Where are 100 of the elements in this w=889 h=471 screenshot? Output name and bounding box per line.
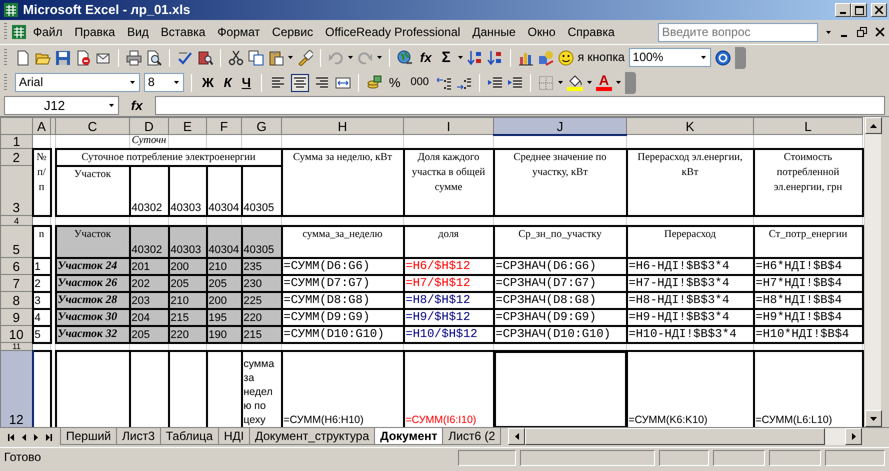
scroll-up-button[interactable] <box>864 117 882 134</box>
restore-icon[interactable] <box>857 27 867 37</box>
row-header[interactable]: 9 <box>0 308 32 326</box>
row-header[interactable]: 12 <box>0 350 32 427</box>
font-color-button[interactable]: A <box>596 74 612 91</box>
scrollbar-thumb[interactable] <box>525 428 826 445</box>
sort-descending-icon[interactable] <box>486 50 503 66</box>
menu-item[interactable]: Вставка <box>154 24 212 40</box>
sheet-tab[interactable]: Лист6 (2 <box>442 428 502 446</box>
row-header[interactable]: 8 <box>0 292 32 308</box>
up-arrow-icon[interactable] <box>870 124 876 128</box>
save-icon[interactable] <box>55 50 71 66</box>
column-header[interactable]: F <box>206 118 242 134</box>
font-size-field[interactable]: 8 <box>144 73 184 92</box>
dropdown-arrow-icon[interactable] <box>377 56 382 59</box>
spelling-icon[interactable] <box>177 50 193 66</box>
scroll-right-button[interactable] <box>845 428 862 445</box>
insert-function-button[interactable]: fx <box>123 98 151 114</box>
workbook-icon[interactable] <box>11 24 27 40</box>
dropdown-arrow-icon[interactable] <box>826 30 831 34</box>
row-header[interactable]: 10 <box>0 326 32 342</box>
column-header[interactable]: A <box>32 118 50 134</box>
column-header[interactable]: G <box>242 118 282 134</box>
row-header[interactable]: 6 <box>0 258 32 274</box>
toolbar-grip[interactable] <box>4 23 7 41</box>
column-header[interactable]: K <box>626 118 754 134</box>
column-header[interactable]: H <box>282 118 404 134</box>
sheet-tab[interactable]: Перший <box>60 428 118 446</box>
cut-icon[interactable] <box>228 50 244 66</box>
menu-item[interactable]: OfficeReady Professional <box>319 24 466 40</box>
custom-button[interactable]: я кнопка <box>558 50 625 66</box>
column-header[interactable]: I <box>404 118 494 134</box>
align-center-button[interactable] <box>290 74 309 92</box>
percent-button[interactable]: % <box>386 74 404 90</box>
dropdown-arrow-icon[interactable] <box>130 81 135 84</box>
horizontal-scrollbar[interactable] <box>508 428 862 445</box>
select-all-button[interactable] <box>0 118 32 134</box>
paste-icon[interactable] <box>268 50 284 66</box>
left-arrow-icon[interactable] <box>514 433 519 440</box>
research-icon[interactable] <box>197 50 213 66</box>
column-header[interactable]: L <box>754 118 862 134</box>
increase-indent-icon[interactable] <box>506 74 523 90</box>
vertical-scrollbar[interactable] <box>864 117 880 427</box>
row-header[interactable]: 5 <box>0 226 32 258</box>
dropdown-arrow-icon[interactable] <box>288 56 293 59</box>
toolbar-grip[interactable] <box>4 48 7 66</box>
thousands-button[interactable]: 000 <box>407 76 432 90</box>
menu-item[interactable]: Окно <box>522 24 562 40</box>
insert-function-button[interactable]: fx <box>417 50 435 66</box>
bold-button[interactable]: Ж <box>199 74 217 90</box>
scroll-down-button[interactable] <box>864 410 882 427</box>
row-header[interactable]: 7 <box>0 274 32 292</box>
dropdown-arrow-icon[interactable] <box>558 81 563 84</box>
dropdown-arrow-icon[interactable] <box>174 81 179 84</box>
merge-center-icon[interactable] <box>334 74 351 90</box>
column-header[interactable]: D <box>130 118 168 134</box>
sort-ascending-icon[interactable] <box>466 50 483 66</box>
row-header[interactable]: 1 <box>0 134 32 148</box>
first-sheet-icon[interactable] <box>8 434 14 441</box>
decrease-indent-icon[interactable] <box>486 74 503 90</box>
column-header[interactable]: J <box>494 118 626 134</box>
close-icon[interactable] <box>875 6 883 14</box>
font-field[interactable]: Arial <box>15 73 140 92</box>
format-painter-icon[interactable] <box>297 50 313 66</box>
new-document-icon[interactable] <box>15 50 31 66</box>
sheet-tab[interactable]: Таблица <box>160 428 219 446</box>
maximize-icon[interactable] <box>854 6 864 14</box>
menu-item[interactable]: Справка <box>562 24 621 40</box>
dropdown-arrow-icon[interactable] <box>700 56 706 59</box>
autosum-button[interactable]: Σ <box>438 48 454 66</box>
menu-item[interactable]: Файл <box>27 24 69 40</box>
scroll-left-button[interactable] <box>508 428 526 445</box>
print-preview-icon[interactable] <box>146 50 162 66</box>
increase-decimal-icon[interactable] <box>436 74 452 90</box>
help-icon[interactable] <box>714 50 731 66</box>
copy-icon[interactable] <box>248 50 264 66</box>
last-sheet-icon[interactable] <box>46 434 52 441</box>
close-button[interactable] <box>871 3 887 17</box>
menu-item[interactable]: Формат <box>211 24 266 40</box>
hyperlink-icon[interactable] <box>397 50 413 66</box>
help-search-field[interactable]: Введите вопрос <box>658 22 818 42</box>
dropdown-arrow-icon[interactable] <box>348 56 353 59</box>
next-sheet-icon[interactable] <box>34 434 38 441</box>
menu-item[interactable]: Сервис <box>266 24 320 40</box>
zoom-field[interactable]: 100% <box>628 48 711 67</box>
sheet-tab[interactable]: Документ <box>374 428 444 446</box>
down-arrow-icon[interactable] <box>870 416 876 420</box>
maximize-button[interactable] <box>851 3 867 17</box>
print-icon[interactable] <box>126 50 142 66</box>
fill-color-icon[interactable] <box>566 74 583 90</box>
currency-icon[interactable] <box>366 74 382 90</box>
close-icon[interactable] <box>875 27 885 37</box>
dropdown-arrow-icon[interactable] <box>458 56 463 59</box>
row-header[interactable]: 3 <box>0 166 32 216</box>
permission-icon[interactable] <box>75 50 91 66</box>
menu-item[interactable]: Данные <box>466 24 522 40</box>
dropdown-arrow-icon[interactable] <box>586 81 592 84</box>
row-header[interactable]: 4 <box>0 216 32 226</box>
row-header[interactable]: 2 <box>0 148 32 166</box>
previous-sheet-icon[interactable] <box>22 434 26 441</box>
